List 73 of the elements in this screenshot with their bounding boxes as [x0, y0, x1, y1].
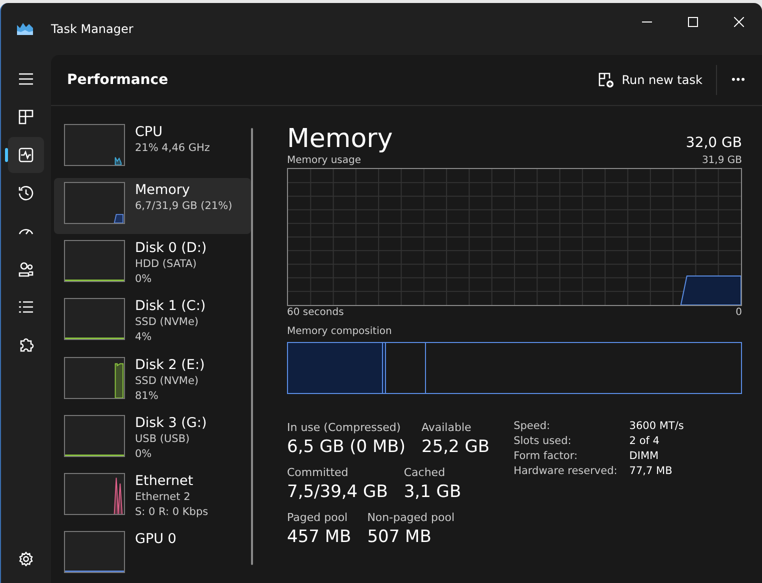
nav-pulse-button[interactable] [8, 137, 44, 173]
device-name: Ethernet [135, 472, 194, 490]
device-name: GPU 0 [135, 530, 176, 548]
detail-label: Speed: [514, 420, 552, 432]
device-detail: 81% [135, 388, 160, 404]
window-title: Task Manager [51, 22, 134, 36]
device-detail: SSD (NVMe) [135, 315, 200, 330]
detail-value: 3600 MT/s [629, 420, 684, 432]
device-item[interactable]: CPU 21% 4,46 GHz [54, 120, 251, 176]
device-item[interactable]: Disk 0 (D:) HDD (SATA) 0% [54, 236, 251, 292]
app-logo-icon [17, 23, 33, 35]
close-icon[interactable] [734, 17, 744, 27]
device-detail: HDD (SATA) [135, 257, 198, 272]
stat-value: 3,1 GB [404, 481, 462, 504]
device-detail: SSD (NVMe) [135, 374, 200, 388]
stat-value: 457 MB [287, 526, 352, 549]
stat-label: Non-paged pool [367, 510, 455, 525]
stat-value: 7,5/39,4 GB [287, 481, 388, 504]
device-name: Disk 2 (E:) [135, 356, 205, 374]
run-new-task-button[interactable]: Run new task [590, 66, 710, 94]
device-item[interactable]: Memory 6,7/31,9 GB (21%) [54, 178, 251, 234]
list-icon [18, 299, 34, 315]
device-item[interactable]: Ethernet Ethernet 2 S: 0 R: 0 Kbps [54, 468, 251, 525]
time-axis-label: 0 [736, 306, 742, 320]
device-item[interactable]: Disk 2 (E:) SSD (NVMe) 81% [54, 352, 251, 409]
scrollbar[interactable] [251, 128, 253, 565]
stat-label: Cached [404, 465, 446, 480]
total-memory: 32,0 GB [686, 135, 742, 151]
device-item[interactable]: GPU 0 [54, 526, 251, 583]
device-name: Disk 0 (D:) [135, 240, 207, 258]
stat-value: 507 MB [367, 526, 432, 549]
device-detail: 0% [135, 446, 153, 462]
stat-label: Paged pool [287, 510, 349, 525]
graph-max-label: 31,9 GB [702, 154, 742, 168]
stat-label: Committed [287, 465, 350, 480]
detail-value: DIMM [629, 450, 660, 462]
composition-label: Memory composition [287, 325, 393, 339]
menu-icon [18, 72, 34, 86]
maximize-icon[interactable] [688, 17, 698, 27]
page-title: Performance [67, 72, 170, 88]
device-name: CPU [135, 124, 164, 141]
device-detail: 21% 4,46 GHz [135, 141, 210, 156]
new-task-icon [598, 72, 614, 88]
detail-value: 2 of 4 [629, 435, 660, 447]
puzzle-icon [18, 337, 34, 353]
settings-icon [18, 551, 34, 567]
grid-icon [18, 109, 34, 125]
stat-value: 25,2 GB [422, 436, 490, 459]
device-detail: 6,7/31,9 GB (21%) [135, 199, 232, 214]
stat-label: Available [422, 420, 472, 435]
graph-label: Memory usage [287, 154, 362, 168]
device-detail: Ethernet 2 [135, 490, 192, 505]
stat-value: 6,5 GB (0 MB) [287, 436, 406, 459]
history-icon [18, 185, 34, 201]
device-name: Disk 1 (C:) [135, 298, 206, 316]
more-button[interactable]: ••• [723, 68, 754, 92]
device-detail: 0% [135, 272, 153, 288]
device-detail: 4% [135, 330, 153, 346]
detail-label: Hardware reserved: [514, 465, 618, 477]
time-axis-label: 60 seconds [287, 306, 344, 320]
detail-label: Form factor: [514, 450, 578, 462]
device-detail: S: 0 R: 0 Kbps [135, 504, 208, 520]
device-item[interactable]: Disk 3 (G:) USB (USB) 0% [54, 410, 251, 467]
section-title: Memory [287, 124, 393, 154]
device-detail: USB (USB) [135, 432, 191, 447]
stat-label: In use (Compressed) [287, 420, 402, 435]
pulse-icon [18, 147, 34, 163]
detail-label: Slots used: [514, 435, 572, 447]
device-name: Disk 3 (G:) [135, 414, 207, 432]
users-icon [18, 261, 34, 277]
device-name: Memory [135, 182, 191, 200]
detail-value: 77,7 MB [629, 465, 674, 477]
device-item[interactable]: Disk 1 (C:) SSD (NVMe) 4% [54, 294, 251, 350]
